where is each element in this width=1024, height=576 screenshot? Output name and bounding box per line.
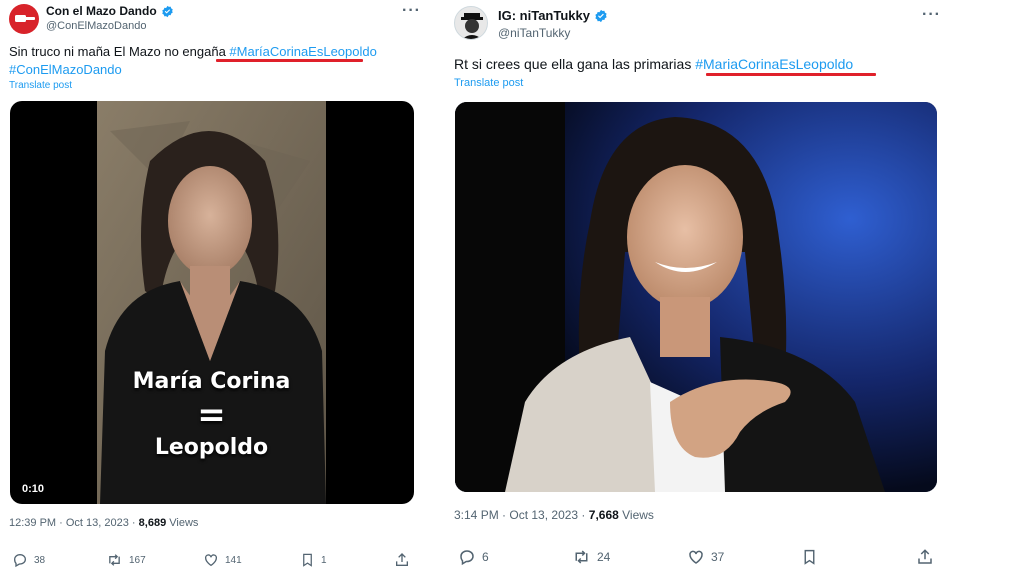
hammer-logo-icon bbox=[15, 15, 35, 22]
verified-badge-icon bbox=[161, 5, 174, 18]
post-photo[interactable] bbox=[455, 102, 937, 492]
like-button[interactable]: 37 bbox=[687, 548, 801, 566]
views-count: 7,668 bbox=[588, 508, 619, 522]
reply-count: 6 bbox=[482, 550, 489, 564]
hashtag-link[interactable]: #ConElMazoDando bbox=[9, 62, 122, 77]
verified-badge-icon bbox=[594, 9, 608, 23]
reply-button[interactable]: 6 bbox=[458, 548, 572, 566]
tweet-right: IG: niTanTukky @niTanTukky ··· Rt si cre… bbox=[444, 0, 954, 576]
annotation-underline bbox=[706, 73, 876, 76]
avatar[interactable] bbox=[9, 4, 39, 34]
heart-icon bbox=[689, 550, 703, 564]
tweet-date[interactable]: Oct 13, 2023 bbox=[66, 517, 129, 529]
bookmark-count: 1 bbox=[321, 554, 327, 566]
annotation-underline bbox=[216, 59, 363, 62]
bookmark-icon bbox=[303, 553, 312, 567]
video-overlay-text: María Corina = Leopoldo bbox=[97, 367, 326, 463]
more-dots-icon[interactable]: ··· bbox=[402, 2, 421, 20]
reply-icon bbox=[460, 550, 474, 566]
share-button[interactable] bbox=[394, 552, 410, 568]
more-dots-icon[interactable]: ··· bbox=[922, 6, 941, 24]
bookmark-icon bbox=[804, 549, 815, 565]
author-name-row[interactable]: Con el Mazo Dando bbox=[46, 4, 174, 18]
tweet-meta: 12:39 PM · Oct 13, 2023 · 8,689 Views bbox=[9, 517, 199, 529]
display-name[interactable]: IG: niTanTukky bbox=[498, 8, 590, 23]
reply-count: 38 bbox=[34, 554, 46, 566]
tweet-text: Sin truco ni maña El Mazo no engaña #Mar… bbox=[9, 44, 377, 59]
repost-icon bbox=[109, 554, 120, 566]
share-icon bbox=[396, 553, 408, 566]
author-name-row[interactable]: IG: niTanTukky bbox=[498, 8, 608, 23]
reply-icon bbox=[13, 553, 27, 568]
hashtag-link[interactable]: #MariaCorinaEsLeopoldo bbox=[695, 56, 853, 72]
tweet-left: Con el Mazo Dando @ConElMazoDando ··· Si… bbox=[0, 0, 430, 576]
handle[interactable]: @ConElMazoDando bbox=[46, 20, 146, 32]
video-duration: 0:10 bbox=[22, 483, 45, 495]
translate-post-link[interactable]: Translate post bbox=[9, 80, 72, 91]
hashtag-link[interactable]: #MaríaCorinaEsLeopoldo bbox=[229, 44, 376, 59]
video-player[interactable]: María Corina = Leopoldo 0:10 bbox=[10, 101, 414, 504]
heart-icon bbox=[205, 554, 217, 567]
views-count: 8,689 bbox=[138, 517, 167, 529]
masked-figure-avatar-icon bbox=[461, 13, 483, 39]
share-icon bbox=[918, 549, 932, 564]
bookmark-button[interactable]: 1 bbox=[300, 552, 394, 568]
translate-post-link[interactable]: Translate post bbox=[454, 77, 523, 89]
reply-button[interactable]: 38 bbox=[12, 552, 106, 568]
like-count: 37 bbox=[711, 550, 725, 564]
repost-button[interactable]: 24 bbox=[572, 548, 687, 566]
overlay-line-1: María Corina bbox=[132, 369, 291, 394]
tweet-text-prefix: Sin truco ni maña El Mazo no engaña bbox=[9, 44, 230, 59]
bookmark-button[interactable] bbox=[801, 548, 916, 566]
tweet-meta: 3:14 PM · Oct 13, 2023 · 7,668 Views bbox=[454, 508, 654, 522]
tweet-date[interactable]: Oct 13, 2023 bbox=[509, 508, 578, 522]
action-bar: 38 167 141 1 bbox=[12, 552, 410, 568]
repost-button[interactable]: 167 bbox=[106, 552, 203, 568]
repost-count: 167 bbox=[129, 554, 146, 566]
avatar[interactable] bbox=[454, 6, 488, 40]
share-button[interactable] bbox=[916, 548, 934, 566]
photo-image bbox=[455, 102, 937, 492]
overlay-equals: = bbox=[197, 395, 226, 435]
tweet-time[interactable]: 12:39 PM bbox=[9, 517, 56, 529]
action-bar: 6 24 37 bbox=[458, 548, 934, 566]
tweet-text-prefix: Rt si crees que ella gana las primarias bbox=[454, 56, 696, 72]
handle[interactable]: @niTanTukky bbox=[498, 26, 570, 40]
views-label: Views bbox=[622, 508, 654, 522]
like-count: 141 bbox=[225, 554, 242, 566]
views-label: Views bbox=[169, 517, 199, 529]
like-button[interactable]: 141 bbox=[203, 552, 300, 568]
overlay-line-2: Leopoldo bbox=[154, 435, 269, 460]
repost-icon bbox=[575, 550, 588, 564]
display-name[interactable]: Con el Mazo Dando bbox=[46, 4, 157, 18]
repost-count: 24 bbox=[597, 550, 611, 564]
tweet-text: Rt si crees que ella gana las primarias … bbox=[454, 56, 853, 72]
tweet-time[interactable]: 3:14 PM bbox=[454, 508, 499, 522]
